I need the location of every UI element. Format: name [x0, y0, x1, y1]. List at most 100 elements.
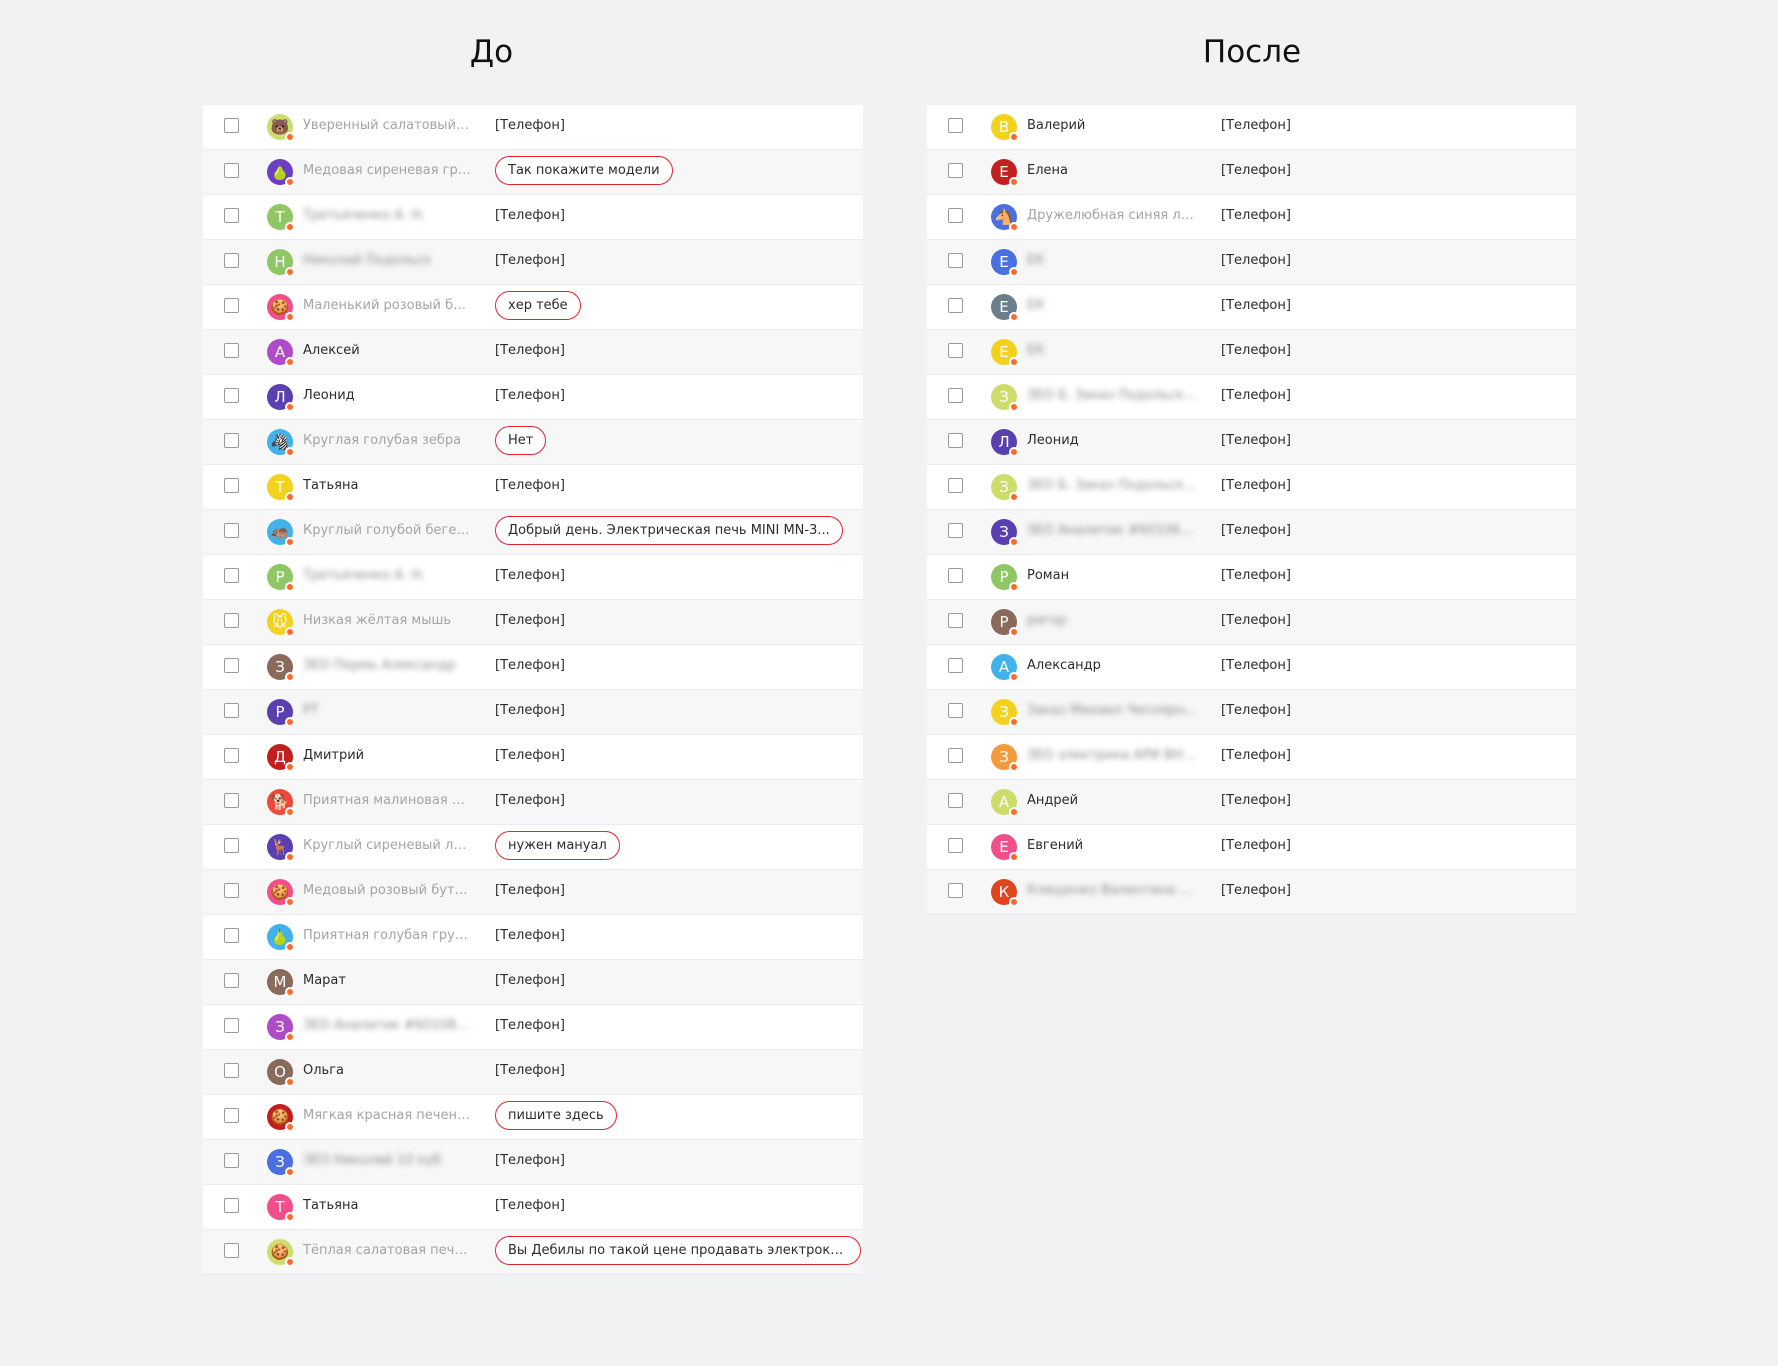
chat-row[interactable]: К Клещенко Валентина Юр... [Телефон] — [927, 870, 1576, 915]
chat-row[interactable]: 🍐 Медовая сиреневая груша Так покажите мод… — [203, 150, 863, 195]
row-checkbox[interactable] — [948, 253, 963, 268]
status-dot-icon — [1009, 627, 1019, 637]
chat-row[interactable]: 🍪 Медовый розовый бутер... [Телефон] — [203, 870, 863, 915]
chat-row[interactable]: Е Елена [Телефон] — [927, 150, 1576, 195]
chat-row[interactable]: 🍪 Тёплая салатовая печень... Вы Дебилы по … — [203, 1230, 863, 1275]
row-checkbox[interactable] — [948, 613, 963, 628]
chat-row[interactable]: З Заказ Михаил Чеплярная... [Телефон] — [927, 690, 1576, 735]
avatar: З — [991, 744, 1019, 772]
chat-row[interactable]: 🍪 Мягкая красная печенька пишите здесь — [203, 1095, 863, 1140]
chat-row[interactable]: Рригор [Телефон] — [927, 600, 1576, 645]
row-checkbox[interactable] — [948, 433, 963, 448]
last-message: [Телефон] — [495, 793, 565, 808]
status-dot-icon — [1009, 492, 1019, 502]
contact-name: ЗЕО Пермь Александр — [303, 658, 456, 673]
row-checkbox[interactable] — [224, 298, 239, 313]
chat-row[interactable]: З ЗЕО Б. Заказ Подольск Ва... [Телефон] — [927, 375, 1576, 420]
contact-name: Андрей — [1027, 793, 1079, 808]
row-checkbox[interactable] — [948, 748, 963, 763]
row-checkbox[interactable] — [948, 298, 963, 313]
chat-row[interactable]: Л Леонид [Телефон] — [927, 420, 1576, 465]
row-checkbox[interactable] — [224, 703, 239, 718]
row-checkbox[interactable] — [224, 973, 239, 988]
row-checkbox[interactable] — [224, 1063, 239, 1078]
row-checkbox[interactable] — [948, 343, 963, 358]
row-checkbox[interactable] — [224, 928, 239, 943]
row-checkbox[interactable] — [224, 523, 239, 538]
row-checkbox[interactable] — [224, 568, 239, 583]
chat-row[interactable]: Е Евгений [Телефон] — [927, 825, 1576, 870]
chat-row[interactable]: 🦓 Круглая голубая зебра Нет — [203, 420, 863, 465]
chat-row[interactable]: О Ольга [Телефон] — [203, 1050, 863, 1095]
row-checkbox[interactable] — [948, 568, 963, 583]
last-message: [Телефон] — [495, 883, 565, 898]
row-checkbox[interactable] — [224, 253, 239, 268]
row-checkbox[interactable] — [224, 1108, 239, 1123]
chat-row[interactable]: Н Николай Подольск [Телефон] — [203, 240, 863, 285]
chat-row[interactable]: 🐕 Приятная малиновая соб... [Телефон] — [203, 780, 863, 825]
row-checkbox[interactable] — [224, 658, 239, 673]
row-checkbox[interactable] — [224, 1018, 239, 1033]
avatar-initial: Д — [274, 748, 286, 766]
chat-row[interactable]: 🦛 Круглый голубой бегемот Добрый день. Эле… — [203, 510, 863, 555]
chat-row[interactable]: З ЗЕО Николай 10 куб [Телефон] — [203, 1140, 863, 1185]
chat-row[interactable]: Р Роман [Телефон] — [927, 555, 1576, 600]
avatar: З — [991, 474, 1019, 502]
chat-row[interactable]: А Алексей [Телефон] — [203, 330, 863, 375]
row-checkbox[interactable] — [948, 883, 963, 898]
chat-row[interactable]: Р Третьяченко А. Н. [Телефон] — [203, 555, 863, 600]
chat-row[interactable]: 🦌 Круглый сиреневый лось нужен мануал — [203, 825, 863, 870]
row-checkbox[interactable] — [948, 703, 963, 718]
highlighted-message: Добрый день. Электрическая печь MINI MN-… — [495, 516, 843, 545]
chat-row[interactable]: 🐴 Дружелюбная синяя лош... [Телефон] — [927, 195, 1576, 240]
chat-row[interactable]: 🐭 Низкая жёлтая мышь [Телефон] — [203, 600, 863, 645]
chat-row[interactable]: Е ЕК [Телефон] — [927, 240, 1576, 285]
chat-row[interactable]: Т Третьяченко А. Н. [Телефон] — [203, 195, 863, 240]
chat-row[interactable]: В Валерий [Телефон] — [927, 105, 1576, 150]
row-checkbox[interactable] — [224, 748, 239, 763]
row-checkbox[interactable] — [948, 208, 963, 223]
chat-row[interactable]: Е ЕК [Телефон] — [927, 330, 1576, 375]
row-checkbox[interactable] — [948, 163, 963, 178]
row-checkbox[interactable] — [224, 208, 239, 223]
chat-row[interactable]: Д Дмитрий [Телефон] — [203, 735, 863, 780]
status-dot-icon — [285, 1032, 295, 1042]
chat-row[interactable]: Е ЕК [Телефон] — [927, 285, 1576, 330]
row-checkbox[interactable] — [948, 523, 963, 538]
row-checkbox[interactable] — [224, 1243, 239, 1258]
row-checkbox[interactable] — [224, 793, 239, 808]
chat-row[interactable]: З ЗЕО Пермь Александр [Телефон] — [203, 645, 863, 690]
chat-row[interactable]: Т Татьяна [Телефон] — [203, 465, 863, 510]
row-checkbox[interactable] — [224, 1198, 239, 1213]
row-checkbox[interactable] — [224, 163, 239, 178]
row-checkbox[interactable] — [224, 433, 239, 448]
chat-row[interactable]: З ЗЕО Аналитик #6010878... [Телефон] — [203, 1005, 863, 1050]
chat-row[interactable]: А Александр [Телефон] — [927, 645, 1576, 690]
chat-row[interactable]: З ЗЕО Б. Заказ Подольск Ва... [Телефон] — [927, 465, 1576, 510]
chat-row[interactable]: 🐻 Уверенный салатовый м... [Телефон] — [203, 105, 863, 150]
chat-row[interactable]: З ЗЕО электрика АРИ ВНВ ... [Телефон] — [927, 735, 1576, 780]
chat-row[interactable]: З ЗЕО Аналитик #6010687... [Телефон] — [927, 510, 1576, 555]
row-checkbox[interactable] — [224, 613, 239, 628]
row-checkbox[interactable] — [224, 838, 239, 853]
row-checkbox[interactable] — [948, 478, 963, 493]
row-checkbox[interactable] — [224, 1153, 239, 1168]
row-checkbox[interactable] — [224, 883, 239, 898]
chat-row[interactable]: А Андрей [Телефон] — [927, 780, 1576, 825]
row-checkbox[interactable] — [948, 388, 963, 403]
row-checkbox[interactable] — [224, 388, 239, 403]
row-checkbox[interactable] — [948, 838, 963, 853]
chat-row[interactable]: Т Татьяна [Телефон] — [203, 1185, 863, 1230]
chat-row[interactable]: М Марат [Телефон] — [203, 960, 863, 1005]
row-checkbox[interactable] — [948, 118, 963, 133]
chat-row[interactable]: Р РТ [Телефон] — [203, 690, 863, 735]
row-checkbox[interactable] — [948, 793, 963, 808]
chat-row[interactable]: 🍐 Приятная голубая груша [Телефон] — [203, 915, 863, 960]
row-checkbox[interactable] — [224, 343, 239, 358]
row-checkbox[interactable] — [224, 478, 239, 493]
row-checkbox[interactable] — [948, 658, 963, 673]
row-checkbox[interactable] — [224, 118, 239, 133]
chat-row[interactable]: Л Леонид [Телефон] — [203, 375, 863, 420]
last-message: [Телефон] — [1221, 523, 1291, 538]
chat-row[interactable]: 🍪 Маленький розовый бут... хер тебе — [203, 285, 863, 330]
